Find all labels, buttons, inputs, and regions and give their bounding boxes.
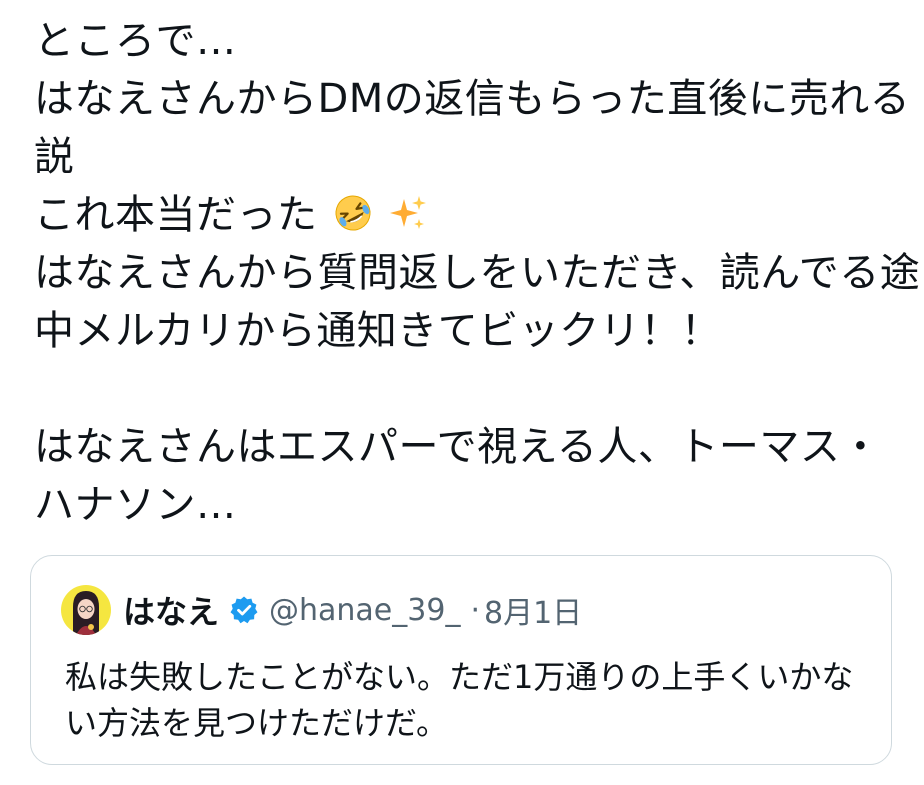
verified-badge-icon (230, 596, 258, 624)
tweet-text-line: 説 (34, 134, 75, 180)
quoted-tweet-date[interactable]: 8月1日 (484, 588, 582, 632)
quoted-text-line: い方法を見つけただけだ。 (65, 704, 449, 742)
quoted-author-name[interactable]: はなえ (123, 587, 219, 633)
separator-dot: · (470, 592, 480, 628)
quoted-tweet-card[interactable]: はなえ @hanae_39_ · 8月1日 私は失敗したことがない。ただ1万通り… (30, 555, 892, 765)
quoted-tweet-text: 私は失敗したことがない。ただ1万通りの上手くいかな い方法を見つけただけだ。 (65, 654, 865, 746)
tweet-text-line: ハナソン… (34, 482, 237, 528)
quoted-text-line: 私は失敗したことがない。ただ1万通りの上手くいかな (65, 658, 854, 696)
tweet-body: ところで… はなえさんからDMの返信もらった直後に売れる 説 これ本当だった は… (34, 12, 921, 534)
rolling-on-floor-laughing-icon (335, 195, 371, 231)
tweet-text-line: ところで… (34, 18, 237, 64)
tweet-text-line-with-emoji: これ本当だった (34, 186, 904, 244)
quoted-tweet-header: はなえ @hanae_39_ · 8月1日 (61, 584, 582, 636)
quoted-author-handle[interactable]: @hanae_39_ (269, 593, 460, 628)
tweet-text-line: はなえさんから質問返しをいただき、読んでる途 (34, 250, 921, 296)
tweet-text-line: はなえさんはエスパーで視える人、トーマス・ (34, 424, 881, 470)
sparkles-icon (389, 196, 426, 229)
tweet-text-line: はなえさんからDMの返信もらった直後に売れる (34, 76, 911, 122)
tweet-text-line: 中メルカリから通知きてビックリ！！ (34, 308, 722, 354)
avatar[interactable] (61, 585, 111, 635)
tweet-text-fragment: これ本当だった (34, 192, 318, 238)
